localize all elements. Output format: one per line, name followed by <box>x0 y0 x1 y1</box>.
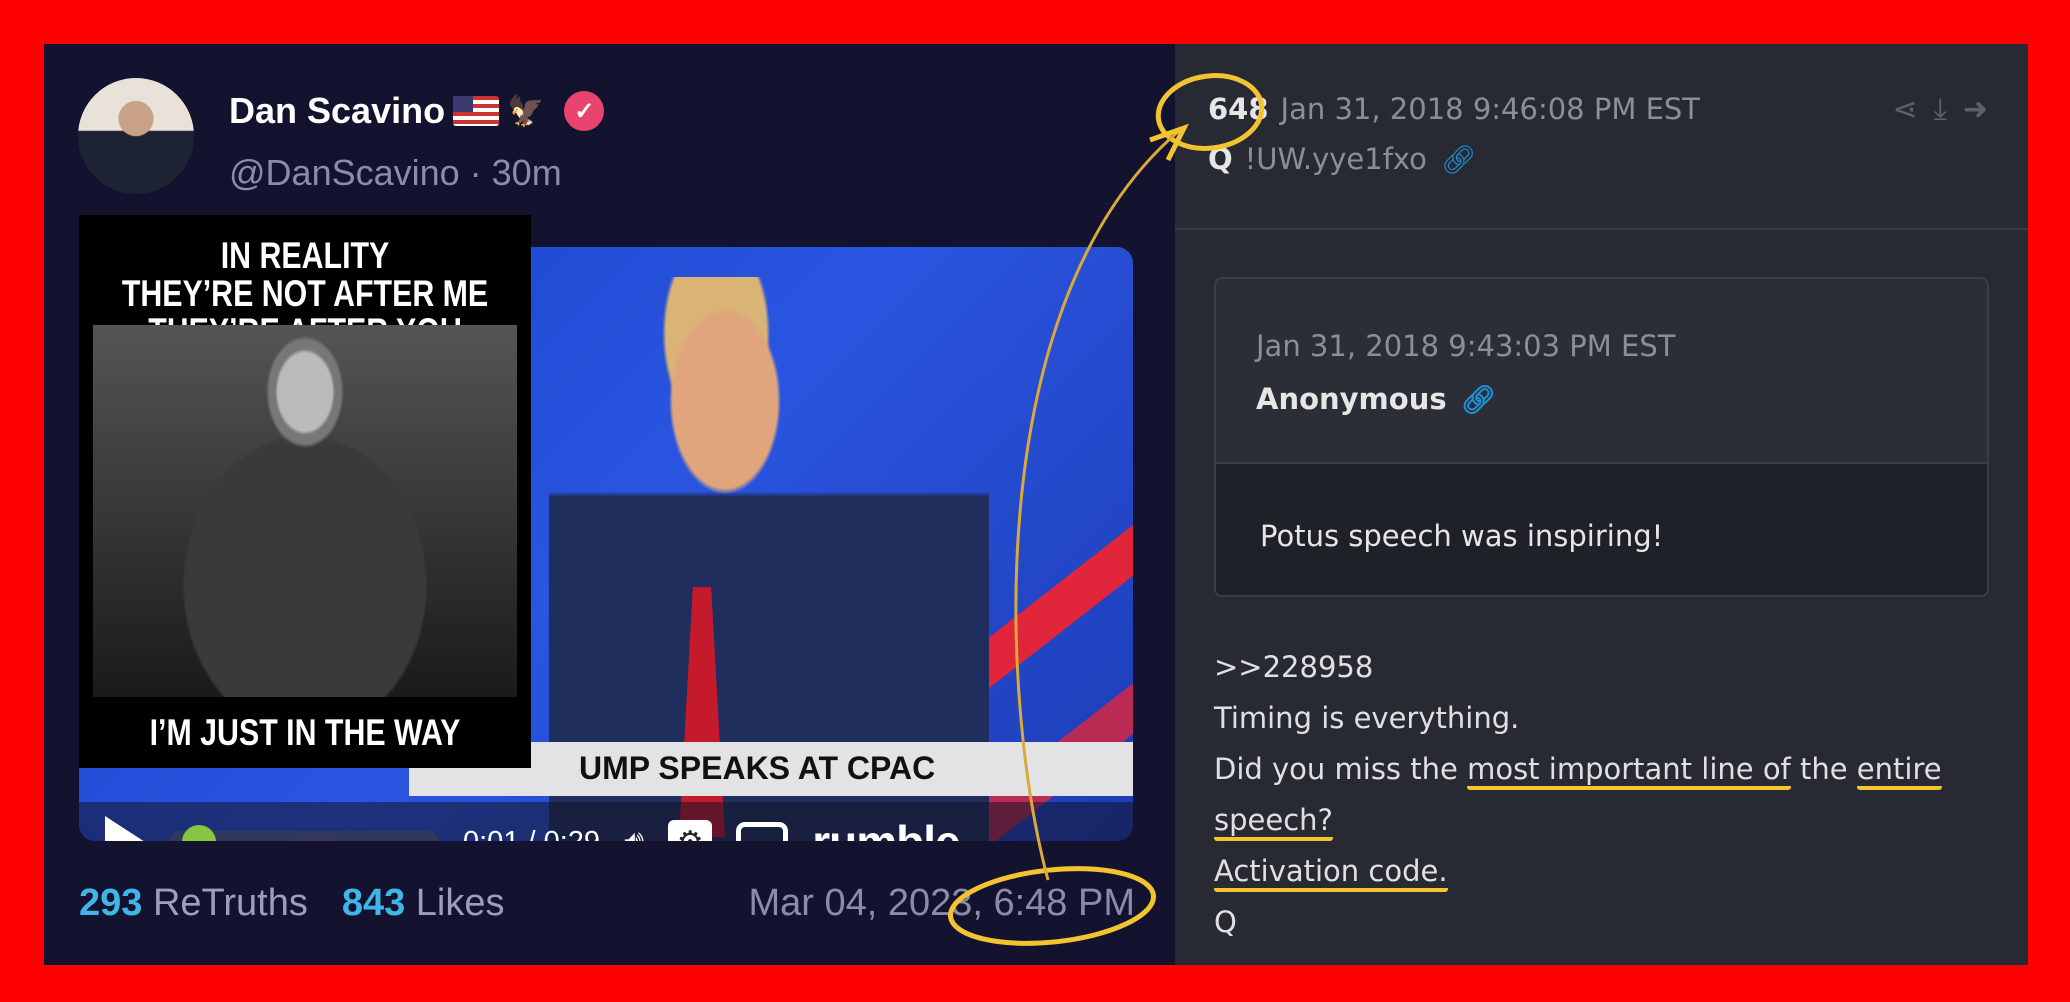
meme-image[interactable]: IN REALITY THEY’RE NOT AFTER ME THEY’RE … <box>79 215 531 768</box>
author-name[interactable]: Dan Scavino <box>229 90 445 132</box>
gear-icon[interactable]: ⚙ <box>668 820 713 841</box>
video-time: 0:01 / 0:29 <box>463 826 600 842</box>
volume-icon[interactable]: 🔊︎ <box>624 823 644 841</box>
quoted-text: Potus speech was inspiring! <box>1216 462 1987 595</box>
meme-photo <box>93 325 517 697</box>
verified-badge-icon: ✓ <box>564 91 605 131</box>
post-timestamp: Mar 04, 2023, 6:48 PM <box>748 882 1135 924</box>
seek-knob[interactable] <box>181 825 216 841</box>
share-icon[interactable]: ⋖ <box>1892 92 1917 127</box>
author-name-row: Dan Scavino 🦅 ✓ <box>229 90 605 132</box>
divider <box>1175 228 2028 230</box>
quoted-post: Jan 31, 2018 9:43:03 PM EST Anonymous 🔗︎ … <box>1214 277 1989 597</box>
us-flag-icon <box>453 96 500 126</box>
likes-stat[interactable]: 843 Likes <box>342 882 505 925</box>
seek-bar[interactable] <box>169 825 439 841</box>
quoted-author-row: Anonymous 🔗︎ <box>1256 382 1496 416</box>
body-line: speech? <box>1214 795 1942 846</box>
drop-author-row: Q !UW.yye1fxo 🔗︎ <box>1208 142 1476 176</box>
highlighted-text: entire <box>1856 752 1942 790</box>
video-controls: 0:01 / 0:29 🔊︎ ⚙ rumble <box>79 802 1133 841</box>
link-icon[interactable]: 🔗︎ <box>1461 383 1497 416</box>
tripcode: !UW.yye1fxo <box>1244 142 1427 176</box>
body-line: Did you miss the most important line of … <box>1214 744 1942 795</box>
quoted-timestamp: Jan 31, 2018 9:43:03 PM EST <box>1256 329 1676 363</box>
rumble-logo[interactable]: rumble <box>812 815 960 841</box>
meme-line: I’M JUST IN THE WAY <box>149 712 461 753</box>
arrow-right-circle-icon[interactable]: ➜ <box>1963 92 1988 127</box>
body-line: Timing is everything. <box>1214 701 1520 735</box>
fullscreen-icon[interactable] <box>736 822 789 841</box>
post-reference-link[interactable]: >>228958 <box>1214 642 1942 693</box>
author-handle: @DanScavino · 30m <box>229 152 562 193</box>
download-icon[interactable]: ⤓ <box>1934 92 1947 127</box>
drop-number[interactable]: 648 <box>1208 92 1269 126</box>
play-icon[interactable] <box>105 816 145 841</box>
meme-line: IN REALITY <box>220 235 390 276</box>
meme-line: THEY’RE NOT AFTER ME <box>121 273 489 314</box>
q-drop-post: 648 Jan 31, 2018 9:46:08 PM EST Q !UW.yye1… <box>1175 44 2028 965</box>
body-line: Activation code. <box>1214 846 1942 897</box>
eagle-icon: 🦅 <box>507 94 545 128</box>
highlighted-text: Activation code. <box>1214 854 1448 892</box>
drop-header: 648 Jan 31, 2018 9:46:08 PM EST <box>1208 92 1700 126</box>
link-icon[interactable]: 🔗︎ <box>1441 143 1477 176</box>
highlighted-text: most important line of <box>1467 752 1791 790</box>
quoted-author: Anonymous <box>1256 382 1447 416</box>
avatar[interactable] <box>78 78 194 194</box>
drop-timestamp: Jan 31, 2018 9:46:08 PM EST <box>1280 92 1701 126</box>
drop-body: >>228958 Timing is everything. Did you m… <box>1214 642 1942 948</box>
drop-author: Q <box>1208 142 1233 176</box>
body-line: Q <box>1214 905 1237 939</box>
truth-social-post: Dan Scavino 🦅 ✓ @DanScavino · 30m UMP SP… <box>44 44 1175 965</box>
retruths-stat[interactable]: 293 ReTruths <box>79 882 308 925</box>
drop-tools: ⋖ ⤓ ➜ <box>1892 92 1988 127</box>
highlighted-text: speech? <box>1214 803 1333 841</box>
